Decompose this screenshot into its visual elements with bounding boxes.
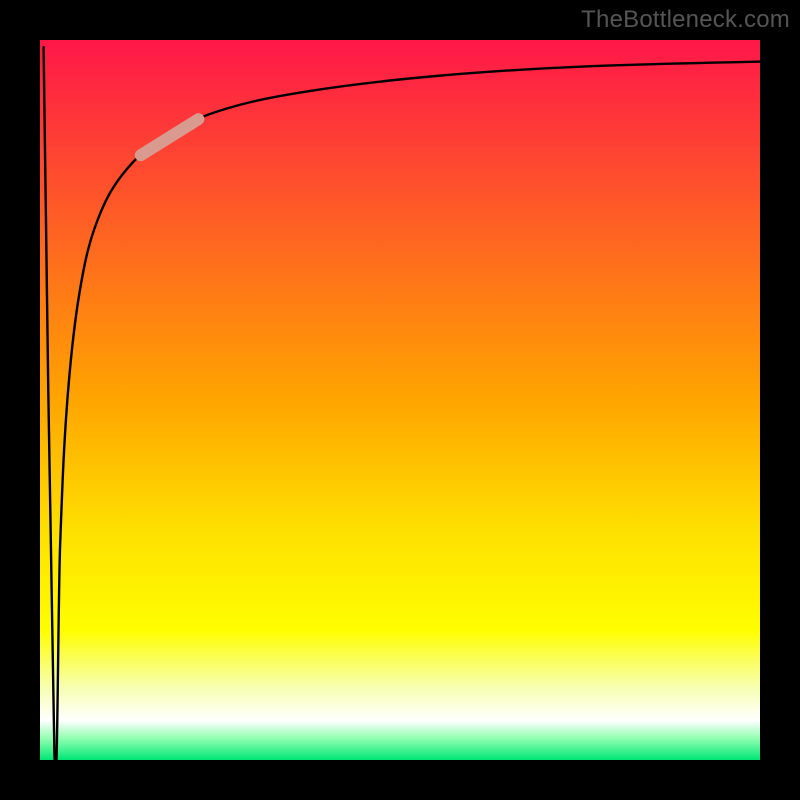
watermark-text: TheBottleneck.com [581,6,790,34]
chart-container: TheBottleneck.com [0,0,800,800]
plot-area [40,40,760,760]
chart-svg [40,40,760,780]
